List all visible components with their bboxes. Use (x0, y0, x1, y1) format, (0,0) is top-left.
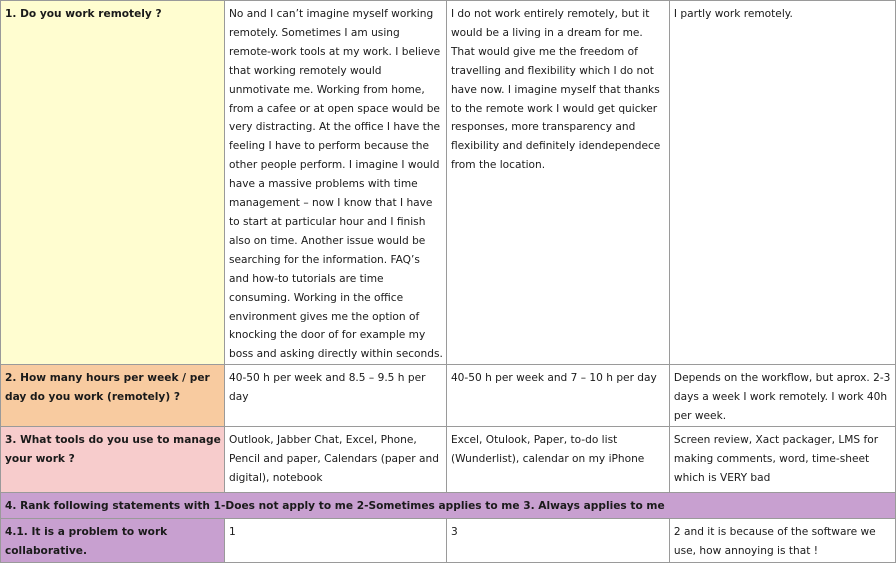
answer-cell: I do not work entirely remotely, but it … (445, 0, 670, 366)
answer-cell: Outlook, Jabber Chat, Excel, Phone, Penc… (224, 426, 447, 494)
answer-cell: Screen review, Xact packager, LMS for ma… (668, 426, 896, 494)
answer-cell: No and I can’t imagine myself working re… (224, 0, 447, 366)
answer-cell: 40-50 h per week and 7 – 10 h per day (445, 364, 670, 428)
answer-cell: I partly work remotely. (668, 0, 896, 366)
question-cell: 1. Do you work remotely ? (0, 0, 225, 366)
answer-cell: Depends on the workflow, but aprox. 2-3 … (668, 364, 896, 428)
answer-cell: 40-50 h per week and 8.5 – 9.5 h per day (224, 364, 447, 428)
survey-table: 1. Do you work remotely ? No and I can’t… (0, 0, 896, 563)
section-header: 4. Rank following statements with 1-Does… (0, 492, 896, 520)
table-row: 1. Do you work remotely ? No and I can’t… (0, 0, 896, 366)
question-cell: 2. How many hours per week / per day do … (0, 364, 225, 428)
answer-cell: 3 (445, 518, 670, 563)
section-row: 4. Rank following statements with 1-Does… (0, 492, 896, 520)
table-row: 4.1. It is a problem to work collaborati… (0, 518, 896, 563)
answer-cell: Excel, Otulook, Paper, to-do list (Wunde… (445, 426, 670, 494)
table-row: 2. How many hours per week / per day do … (0, 364, 896, 428)
question-cell: 3. What tools do you use to manage your … (0, 426, 225, 494)
answer-cell: 1 (224, 518, 447, 563)
question-cell: 4.1. It is a problem to work collaborati… (0, 518, 225, 563)
answer-cell: 2 and it is because of the software we u… (668, 518, 896, 563)
table-row: 3. What tools do you use to manage your … (0, 426, 896, 494)
